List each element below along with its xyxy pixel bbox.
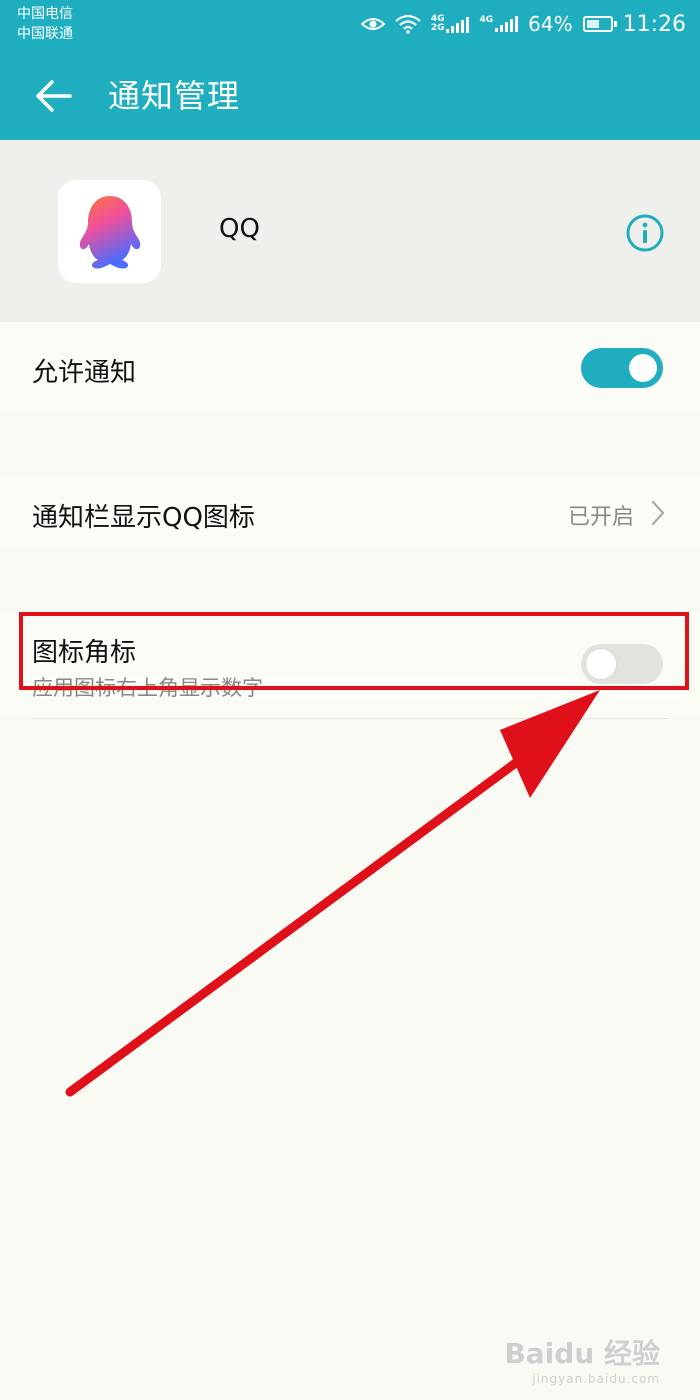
watermark: Baidu 经验 jingyan.baidu.com — [504, 1332, 660, 1386]
annotation-arrow — [65, 690, 600, 1097]
watermark-brand: Baidu 经验 — [504, 1337, 660, 1370]
watermark-url: jingyan.baidu.com — [532, 1372, 660, 1386]
